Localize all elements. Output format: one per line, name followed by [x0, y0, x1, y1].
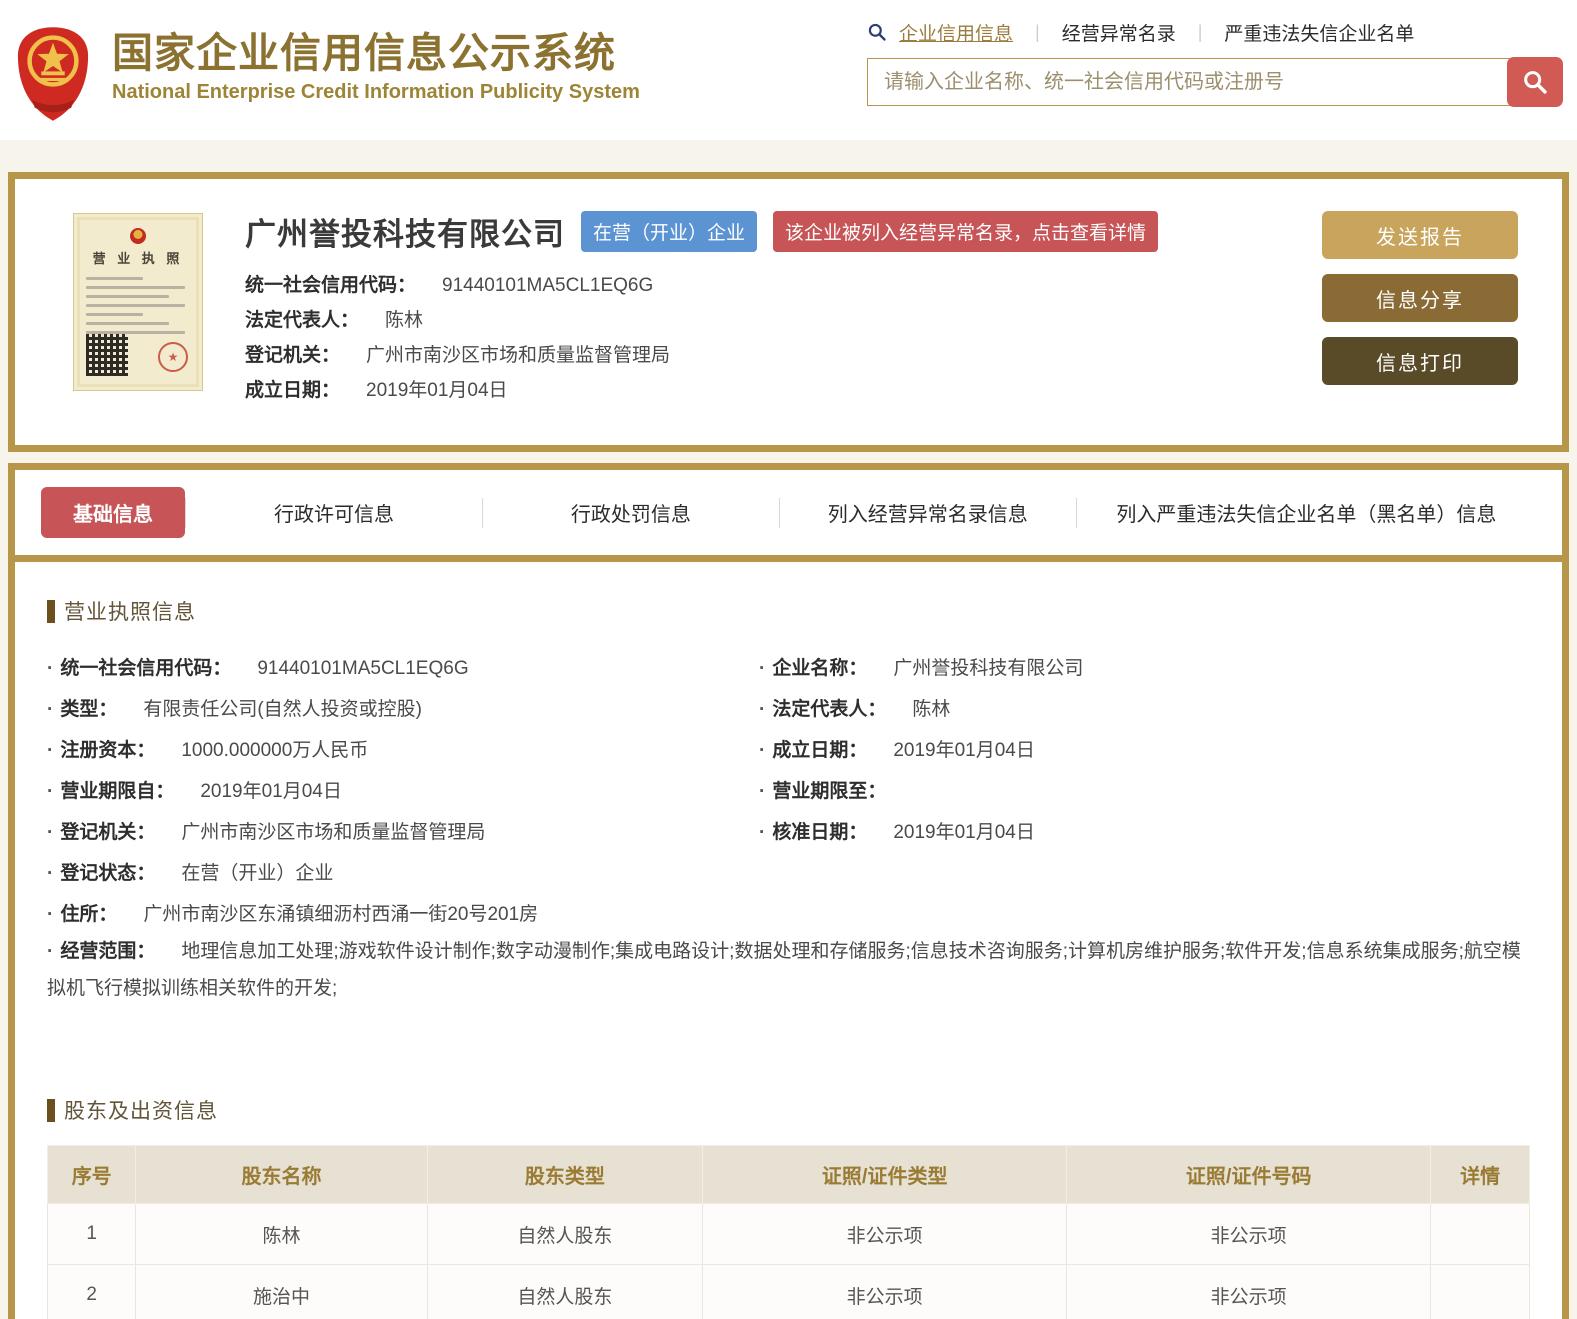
section-shareholders: 股东及出资信息 [47, 1095, 1530, 1125]
header-shareholder-type: 股东类型 [426, 1145, 704, 1205]
search-button-icon [1524, 71, 1547, 94]
tab-abnormal-list[interactable]: 列入经营异常名录信息 [828, 498, 1028, 527]
nav-link-abnormal-list[interactable]: 经营异常名录 [1062, 19, 1176, 46]
shareholder-section: 股东及出资信息 序号 股东名称 股东类型 证照/证件类型 证照/证件号码 详情 [46, 1095, 1530, 1319]
header-cert-type: 证照/证件类型 [702, 1145, 1068, 1205]
license-row: 类型：有限责任公司(自然人投资或控股) 法定代表人：陈林 [47, 687, 1530, 728]
tab-bar: 基础信息 行政许可信息 行政处罚信息 列入经营异常名录信息 列入严重违法失信企业… [15, 470, 1562, 555]
header-shareholder-name: 股东名称 [135, 1145, 428, 1205]
shareholder-table: 序号 股东名称 股东类型 证照/证件类型 证照/证件号码 详情 1 陈林 自然人 [46, 1145, 1530, 1319]
action-buttons: 发送报告 信息分享 信息打印 [1322, 205, 1518, 419]
abnormal-warning-badge[interactable]: 该企业被列入经营异常名录，点击查看详情 [773, 211, 1159, 252]
tab-basic-info[interactable]: 基础信息 [41, 487, 185, 538]
field-registration-authority: 登记机关： 广州市南沙区市场和质量监督管理局 [245, 345, 671, 366]
license-text-lines [86, 277, 190, 334]
license-row: 住所：广州市南沙区东涌镇细沥村西涌一街20号201房 [47, 892, 1530, 933]
national-emblem-logo [17, 27, 89, 121]
search-bar [867, 57, 1563, 107]
license-seal-icon: ★ [158, 342, 188, 372]
brand-titles: 国家企业信用信息公示系统 National Enterprise Credit … [112, 30, 640, 118]
tab-blacklist[interactable]: 列入严重违法失信企业名单（黑名单）信息 [1116, 498, 1496, 527]
search-icon [868, 23, 886, 41]
detail-card: 基础信息 行政许可信息 行政处罚信息 列入经营异常名录信息 列入严重违法失信企业… [8, 463, 1569, 1319]
header-right: 企业信用信息 | 经营异常名录 | 严重违法失信企业名单 [867, 8, 1567, 140]
page-root: 国家企业信用信息公示系统 National Enterprise Credit … [0, 0, 1577, 1319]
license-row: 营业期限自：2019年01月04日 营业期限至： [47, 769, 1530, 810]
nav-separator: | [1035, 21, 1040, 42]
table-header-row: 序号 股东名称 股东类型 证照/证件类型 证照/证件号码 详情 [46, 1145, 1530, 1205]
header-nav: 企业信用信息 | 经营异常名录 | 严重违法失信企业名单 [867, 16, 1563, 48]
header-detail: 详情 [1430, 1145, 1530, 1205]
license-emblem-icon [130, 228, 146, 244]
license-row: 注册资本：1000.000000万人民币 成立日期：2019年01月04日 [47, 728, 1530, 769]
tab-admin-license[interactable]: 行政许可信息 [274, 498, 394, 527]
search-button[interactable] [1507, 57, 1563, 107]
license-row: 登记机关：广州市南沙区市场和质量监督管理局 核准日期：2019年01月04日 [47, 810, 1530, 851]
status-badge: 在营（开业）企业 [581, 211, 758, 252]
share-info-button[interactable]: 信息分享 [1322, 274, 1518, 322]
nav-link-blacklist[interactable]: 严重违法失信企业名单 [1224, 19, 1414, 46]
site-title-en: National Enterprise Credit Information P… [112, 81, 640, 104]
section-license-info: 营业执照信息 [47, 596, 1530, 626]
nav-separator: | [1197, 21, 1203, 42]
section-bar [47, 599, 55, 623]
table-row: 1 陈林 自然人股东 非公示项 非公示项 [46, 1203, 1530, 1266]
license-title: 营 业 执 照 [92, 251, 184, 266]
field-establish-date: 成立日期： 2019年01月04日 [245, 380, 508, 401]
tab-content: 营业执照信息 统一社会信用代码：91440101MA5CL1EQ6G 企业名称：… [15, 555, 1562, 1319]
search-input[interactable] [867, 58, 1510, 106]
brand: 国家企业信用信息公示系统 National Enterprise Credit … [10, 8, 640, 140]
business-license-image: 营 业 执 照 ★ [73, 213, 203, 391]
license-qr-code [86, 334, 128, 376]
field-credit-code: 统一社会信用代码： 91440101MA5CL1EQ6G [245, 275, 654, 296]
license-row: 登记状态：在营（开业）企业 [47, 851, 1530, 892]
table-row: 2 施治中 自然人股东 非公示项 非公示项 [46, 1264, 1530, 1319]
company-name: 广州誉投科技有限公司 [245, 217, 565, 252]
site-title-zh: 国家企业信用信息公示系统 [112, 29, 616, 76]
print-info-button[interactable]: 信息打印 [1322, 337, 1518, 385]
license-row-business-scope: 经营范围：地理信息加工处理;游戏软件设计制作;数字动漫制作;集成电路设计;数据处… [47, 933, 1530, 1007]
tab-admin-penalty[interactable]: 行政处罚信息 [571, 498, 691, 527]
nav-link-enterprise-credit[interactable]: 企业信用信息 [899, 19, 1013, 46]
section-bar [47, 1098, 55, 1122]
company-info: 广州誉投科技有限公司 在营（开业）企业 该企业被列入经营异常名录，点击查看详情 … [245, 205, 1280, 419]
header-cert-number: 证照/证件号码 [1066, 1145, 1432, 1205]
license-row: 统一社会信用代码：91440101MA5CL1EQ6G 企业名称：广州誉投科技有… [47, 646, 1530, 687]
site-header: 国家企业信用信息公示系统 National Enterprise Credit … [0, 0, 1577, 140]
header-index: 序号 [46, 1145, 137, 1205]
send-report-button[interactable]: 发送报告 [1322, 211, 1518, 259]
company-summary-card: 营 业 执 照 ★ 广州誉投科技有限公司 在营（开业）企业 该企业被列入经营异常… [8, 172, 1569, 452]
field-legal-rep: 法定代表人： 陈林 [245, 310, 424, 331]
